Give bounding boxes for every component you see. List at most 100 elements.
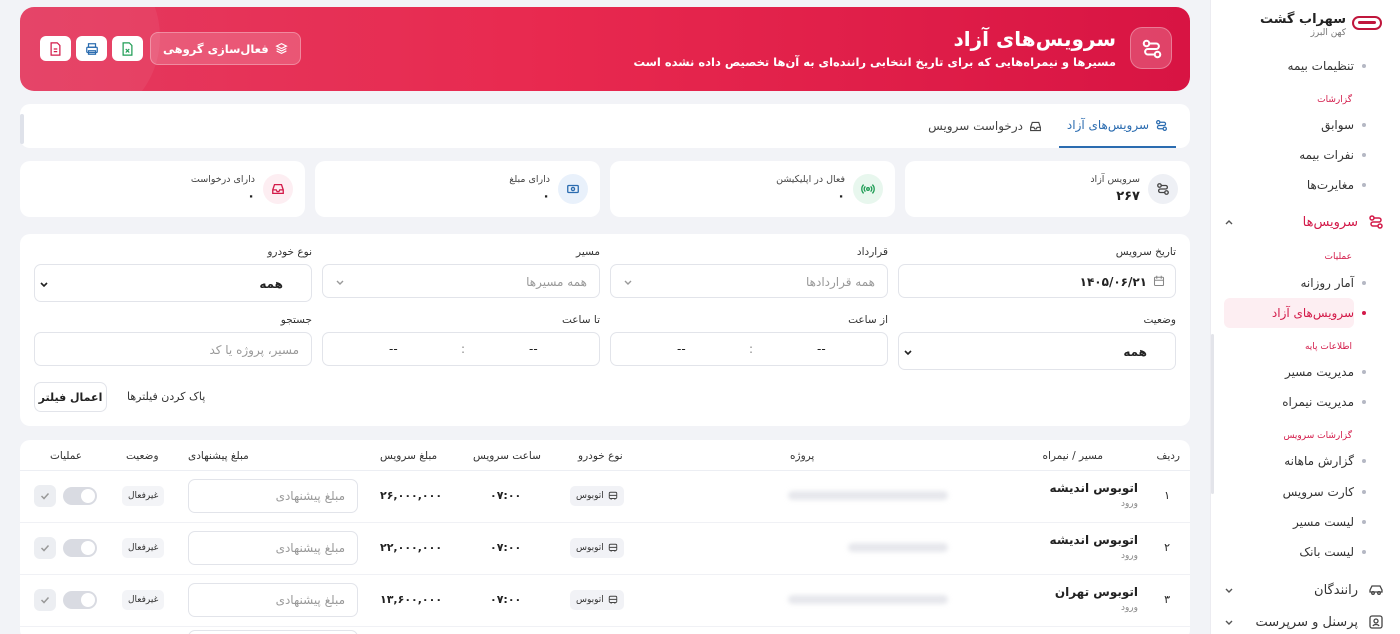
search-input[interactable]: مسیر، پروژه یا کد [34, 332, 312, 366]
route-direction: ورود [1120, 603, 1138, 613]
to-time-minute: -- [389, 342, 398, 356]
status-label: وضعیت [1143, 314, 1176, 326]
check-icon [40, 492, 50, 500]
route-select[interactable]: همه مسیرها [322, 264, 600, 298]
sidebar-group-services[interactable]: سرویس‌ها [1224, 214, 1384, 230]
from-time-minute: -- [677, 342, 686, 356]
vehicle-chip: اتوبوس [570, 590, 624, 610]
time-separator: : [461, 342, 466, 356]
chevron-down-icon [1225, 588, 1233, 593]
sidebar-item-history[interactable]: سوابق [1321, 118, 1366, 132]
confirm-button[interactable] [34, 589, 56, 611]
confirm-button[interactable] [34, 485, 56, 507]
inbox-icon [263, 174, 293, 204]
sidebar-item-daily-stats[interactable]: آمار روزانه [1300, 276, 1366, 290]
clear-filters-button[interactable]: پاک کردن فیلترها [127, 390, 205, 403]
active-toggle[interactable] [63, 487, 97, 505]
from-time-field[interactable]: -- : -- [610, 332, 888, 366]
tab-label: درخواست سرویس [928, 119, 1023, 133]
sidebar-item-bank-list[interactable]: لیست بانک [1299, 545, 1366, 559]
pdf-file-icon [50, 41, 61, 56]
chevron-down-icon [40, 282, 48, 288]
to-time-field[interactable]: -- : -- [322, 332, 600, 366]
tab-bar: سرویس‌های آزاد درخواست سرویس [20, 104, 1190, 148]
stat-card-active-in-app: فعال در اپلیکیشن ۰ [610, 161, 895, 217]
active-toggle[interactable] [63, 539, 97, 557]
stat-label: فعال در اپلیکیشن [776, 174, 845, 185]
table-row: ۲ اتوبوس اندیشه ورود اتوبوس ۰۷:۰۰ ۲۲,۰۰۰… [20, 523, 1190, 575]
table-row: ۱ اتوبوس اندیشه ورود اتوبوس ۰۷:۰۰ ۲۶,۰۰۰… [20, 471, 1190, 523]
sidebar-item-free-services[interactable]: سرویس‌های آزاد [1272, 306, 1366, 320]
print-button[interactable] [76, 36, 107, 61]
stat-value: ۲۶۷ [1116, 189, 1140, 204]
pdf-export-button[interactable] [40, 36, 71, 61]
column-header-time: ساعت سرویس [473, 450, 541, 462]
route-name: اتوبوس اندیشه [1049, 481, 1138, 495]
sidebar-item-label: مدیریت نیمراه [1282, 395, 1354, 409]
sidebar-item-route-list[interactable]: لیست مسیر [1293, 515, 1366, 529]
offer-price-input[interactable] [188, 630, 358, 634]
page-subtitle: مسیرها و نیمراه‌هایی که برای تاریخ انتخا… [633, 55, 1116, 69]
service-date-label: تاریخ سرویس [1115, 246, 1176, 258]
sidebar-item-insured-people[interactable]: نفرات بیمه [1299, 148, 1366, 162]
apply-filter-button[interactable]: اعمال فیلتر [34, 382, 107, 412]
vehicle-type-select[interactable]: همه [34, 264, 312, 302]
sidebar-group-label: سرویس‌ها [1302, 214, 1358, 230]
check-icon [40, 544, 50, 552]
sidebar-group-personnel[interactable]: پرسنل و سرپرست [1224, 614, 1384, 630]
stat-label: سرویس آزاد [1090, 174, 1140, 185]
stat-card-has-price: دارای مبلغ ۰ [315, 161, 600, 217]
tab-free-services[interactable]: سرویس‌های آزاد [1058, 104, 1176, 148]
chevron-up-icon [1225, 220, 1233, 225]
sidebar-item-label: سوابق [1321, 118, 1354, 132]
brand-name: سهراب گشت [1259, 12, 1346, 27]
vehicle-chip: اتوبوس [570, 538, 624, 558]
sidebar-scrollbar[interactable] [1211, 334, 1214, 494]
status-select[interactable]: همه [898, 332, 1176, 370]
offer-price-input[interactable]: مبلغ پیشنهادی [188, 583, 358, 617]
stat-label: دارای درخواست [190, 174, 255, 185]
sidebar-group-drivers[interactable]: رانندگان [1224, 582, 1384, 598]
excel-export-button[interactable] [112, 36, 143, 61]
confirm-button[interactable] [34, 537, 56, 559]
sidebar-item-label: گزارش ماهانه [1284, 454, 1354, 468]
sidebar-item-label: مغایرت‌ها [1306, 178, 1354, 192]
sidebar-item-halfway-management[interactable]: مدیریت نیمراه [1282, 395, 1366, 409]
sidebar-item-monthly-report[interactable]: گزارش ماهانه [1284, 454, 1366, 468]
service-date-value: ۱۴۰۵/۰۶/۲۱ [1079, 275, 1147, 289]
time-separator: : [749, 342, 754, 356]
column-header-vehicle: نوع خودرو [578, 450, 623, 462]
offer-price-input[interactable]: مبلغ پیشنهادی [188, 531, 358, 565]
sidebar-item-route-management[interactable]: مدیریت مسیر [1285, 365, 1366, 379]
sidebar-group-label: رانندگان [1314, 582, 1358, 598]
column-header-route: مسیر / نیمراه [1042, 450, 1103, 462]
sidebar-item-label: مدیریت مسیر [1285, 365, 1354, 379]
sidebar-item-label: کارت سرویس [1282, 485, 1354, 499]
active-toggle[interactable] [63, 591, 97, 609]
stat-value: ۰ [247, 189, 255, 204]
group-activate-button[interactable]: فعال‌سازی گروهی [150, 32, 301, 65]
sidebar-heading-service-reports: گزارشات سرویس [1283, 431, 1352, 441]
sidebar-group-label: پرسنل و سرپرست [1255, 614, 1358, 630]
route-direction: ورود [1120, 551, 1138, 561]
route-name: اتوبوس اندیشه [1049, 533, 1138, 547]
offer-price-input[interactable]: مبلغ پیشنهادی [188, 479, 358, 513]
sidebar-item-label: نفرات بیمه [1299, 148, 1354, 162]
offer-price-placeholder: مبلغ پیشنهادی [275, 489, 345, 503]
service-price: ۲۲,۰۰۰,۰۰۰ [380, 541, 443, 554]
sidebar-item-service-card[interactable]: کارت سرویس [1283, 485, 1366, 499]
inbox-icon [1030, 121, 1041, 131]
sidebar-item-insurance-settings[interactable]: تنظیمات بیمه [1288, 59, 1366, 73]
vehicle-type-value: همه [259, 277, 283, 291]
sidebar-item-discrepancies[interactable]: مغایرت‌ها [1307, 178, 1366, 192]
service-price: ۲۶,۰۰۰,۰۰۰ [380, 489, 443, 502]
sidebar-heading-operations: عملیات [1324, 252, 1352, 262]
tab-service-request[interactable]: درخواست سرویس [928, 104, 1042, 148]
header-route-icon [1130, 27, 1172, 69]
route-placeholder: همه مسیرها [526, 275, 587, 289]
brand-sub: کهن البرز [1310, 28, 1346, 38]
vehicle-type-label: نوع خودرو [267, 246, 312, 258]
service-date-field[interactable]: ۱۴۰۵/۰۶/۲۱ [898, 264, 1176, 298]
contract-select[interactable]: همه قراردادها [610, 264, 888, 298]
project-name-redacted [848, 543, 948, 552]
